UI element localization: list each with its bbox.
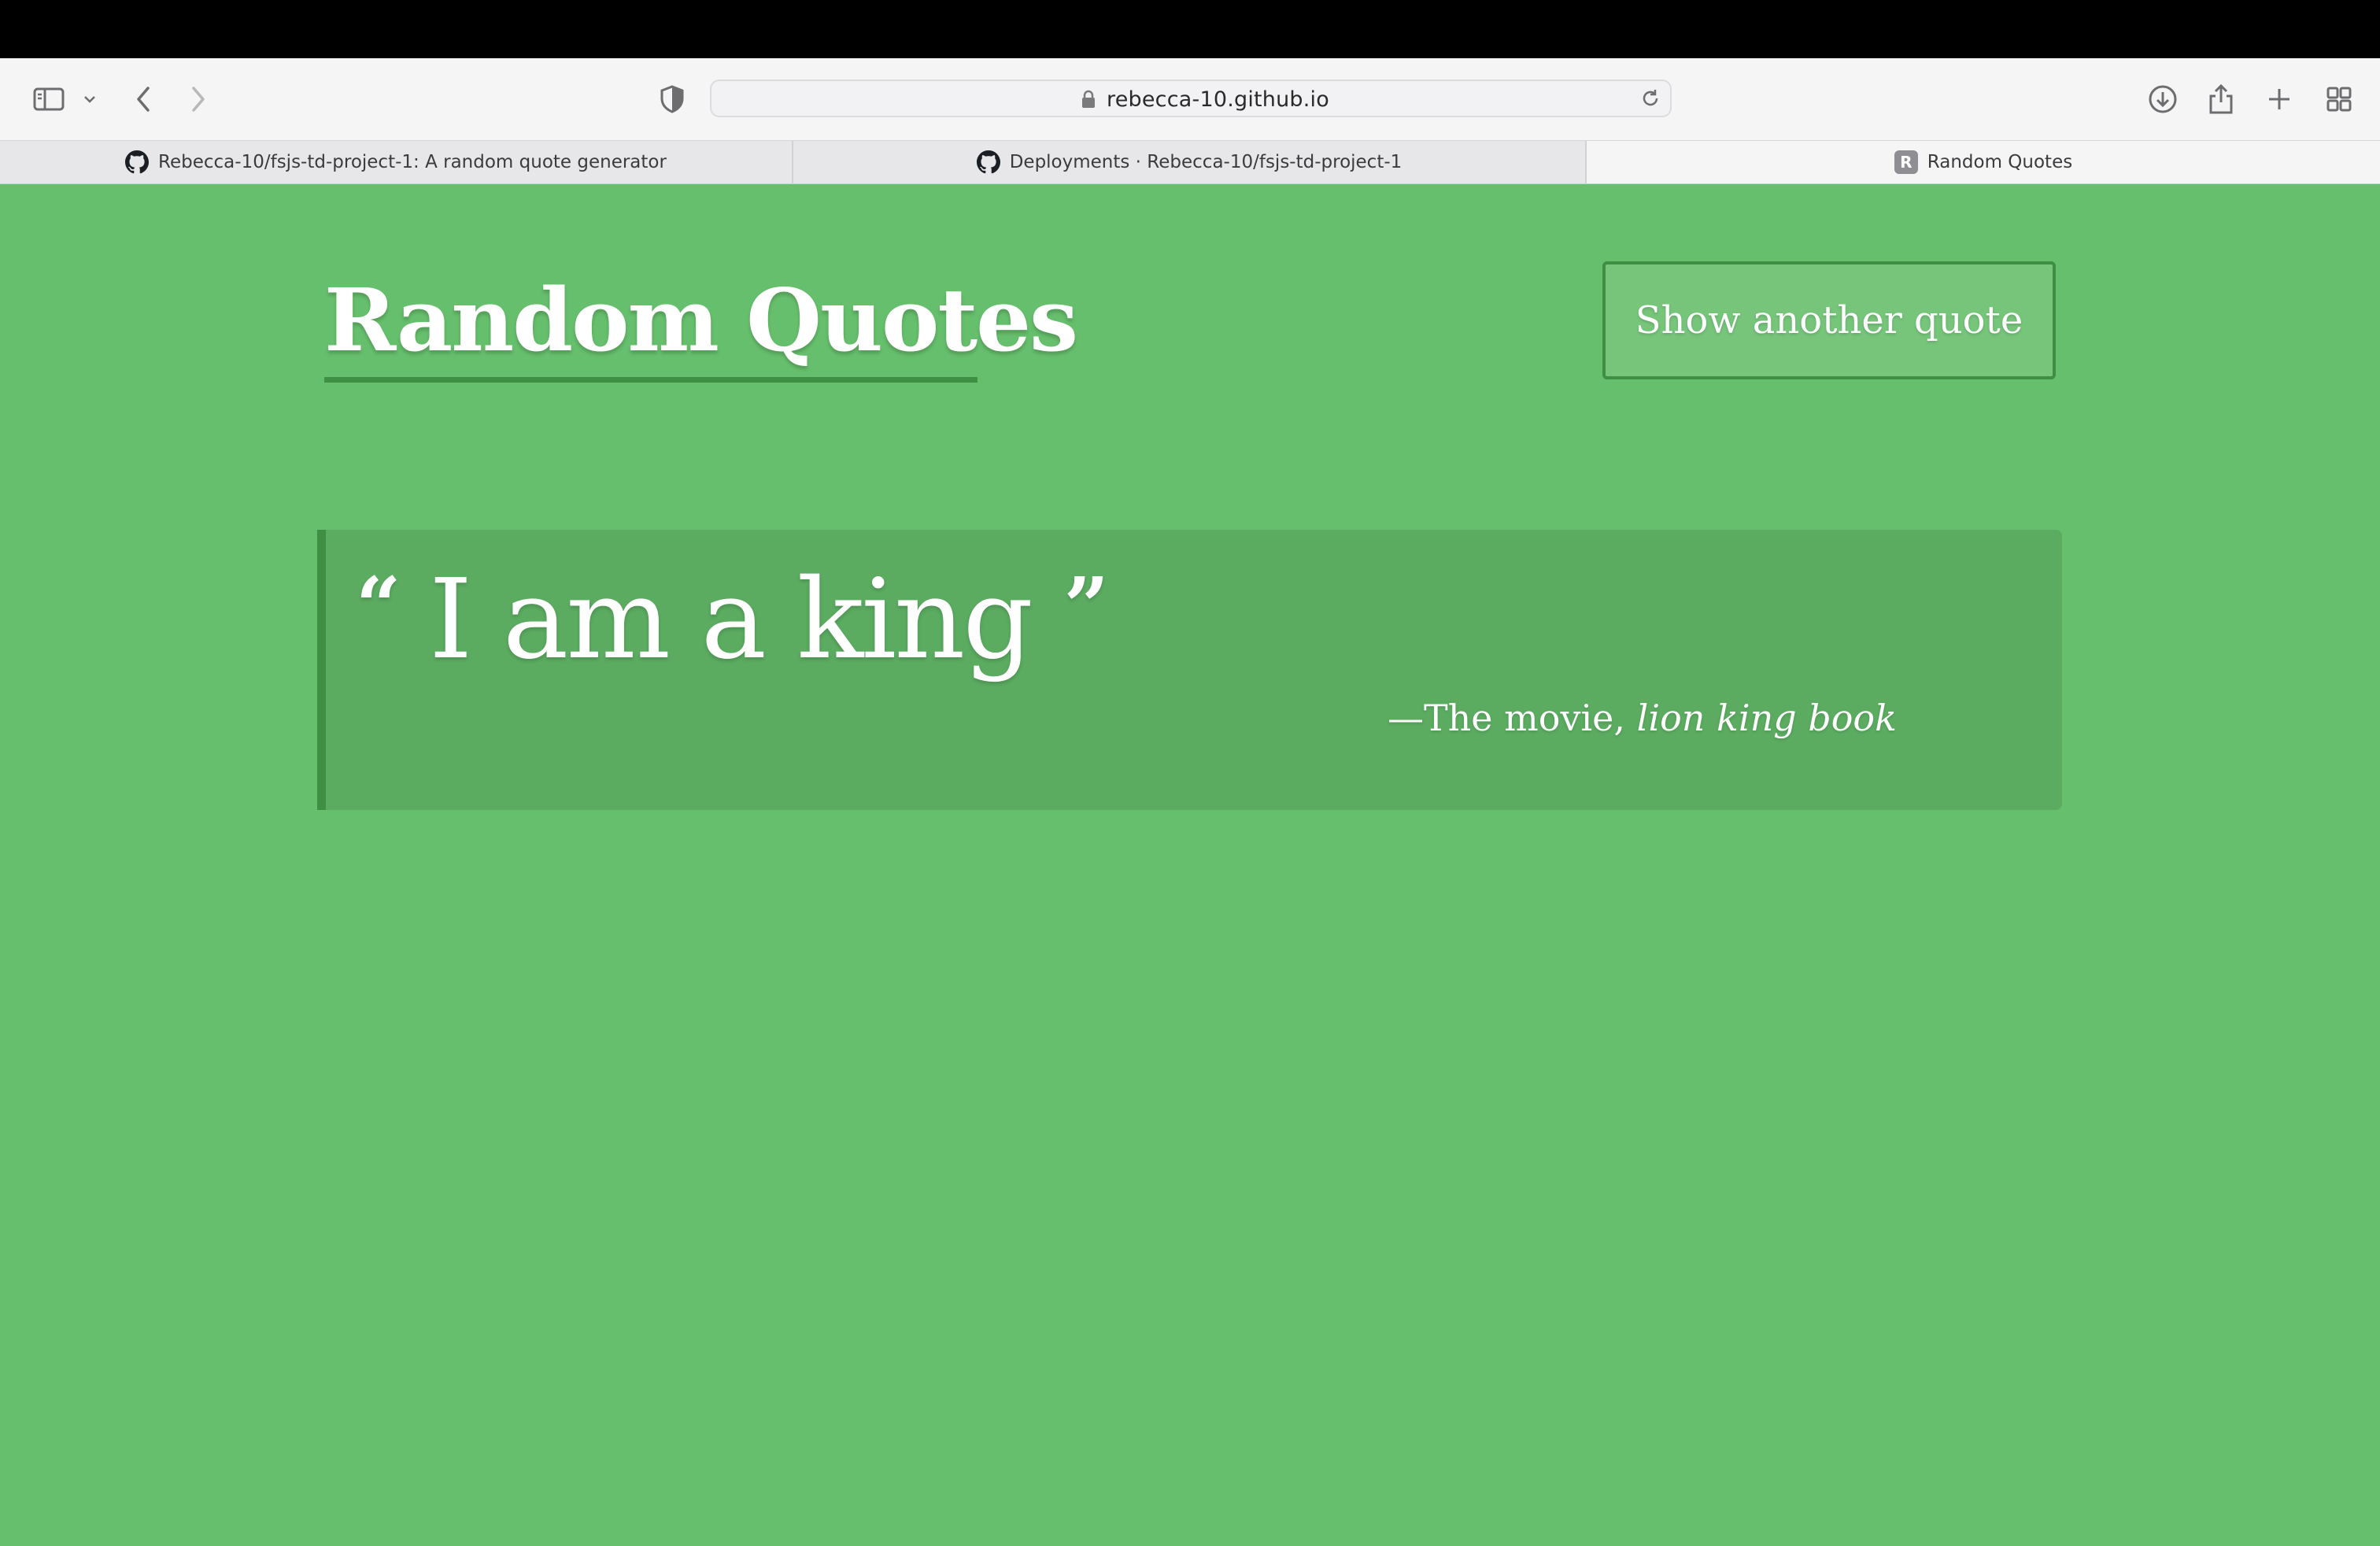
quote-text: “ I am a king ” <box>356 560 1109 681</box>
title-underline <box>324 377 978 383</box>
download-icon <box>2149 85 2177 113</box>
quote-source-text: —The movie, <box>1388 697 1637 739</box>
address-bar[interactable]: rebecca-10.github.io <box>710 80 1672 117</box>
chevron-down-icon <box>84 96 95 103</box>
github-icon <box>125 150 150 174</box>
screen-top-bar <box>0 0 2380 58</box>
tab-overview-button[interactable] <box>2322 77 2356 121</box>
quote-citation: lion king book <box>1636 697 1897 739</box>
chevron-left-icon <box>137 87 150 112</box>
tab-random-quotes[interactable]: R Random Quotes <box>1587 141 2380 183</box>
quote-box: “ I am a king ” —The movie, lion king bo… <box>317 530 2062 810</box>
quote-body: I am a king <box>429 556 1033 684</box>
page-content: Random Quotes Show another quote “ I am … <box>0 184 2380 1546</box>
address-url: rebecca-10.github.io <box>1107 87 1329 112</box>
plus-icon <box>2269 89 2289 109</box>
downloads-button[interactable] <box>2144 77 2182 121</box>
tab-label: Random Quotes <box>1927 152 2073 172</box>
sidebar-icon <box>33 87 65 111</box>
tab-github-deployments[interactable]: Deployments · Rebecca-10/fsjs-td-project… <box>793 141 1585 183</box>
page-title: Random Quotes <box>324 269 1078 371</box>
r-favicon: R <box>1894 150 1918 174</box>
quote-source: —The movie, lion king book <box>1388 697 1897 739</box>
new-tab-button[interactable] <box>2262 77 2297 121</box>
tab-github-repo[interactable]: Rebecca-10/fsjs-td-project-1: A random q… <box>0 141 792 183</box>
close-quote-mark: ” <box>1063 560 1108 653</box>
forward-button[interactable] <box>186 77 211 121</box>
tab-label: Rebecca-10/fsjs-td-project-1: A random q… <box>158 152 667 172</box>
lock-icon <box>1082 90 1095 108</box>
tab-label: Deployments · Rebecca-10/fsjs-td-project… <box>1009 152 1402 172</box>
chevron-right-icon <box>192 87 205 112</box>
show-another-quote-button[interactable]: Show another quote <box>1602 261 2056 379</box>
sidebar-toggle-button[interactable] <box>28 77 69 121</box>
open-quote-mark: “ <box>356 560 401 653</box>
tab-bar: Rebecca-10/fsjs-td-project-1: A random q… <box>0 140 2380 184</box>
share-button[interactable] <box>2204 77 2238 121</box>
sidebar-menu-button[interactable] <box>79 77 101 121</box>
grid-icon <box>2326 87 2352 112</box>
share-icon <box>2209 83 2233 114</box>
github-icon <box>976 150 1000 174</box>
privacy-report-button[interactable] <box>656 77 688 121</box>
shield-icon <box>660 85 684 113</box>
reload-icon[interactable] <box>1640 88 1661 109</box>
back-button[interactable] <box>131 77 156 121</box>
